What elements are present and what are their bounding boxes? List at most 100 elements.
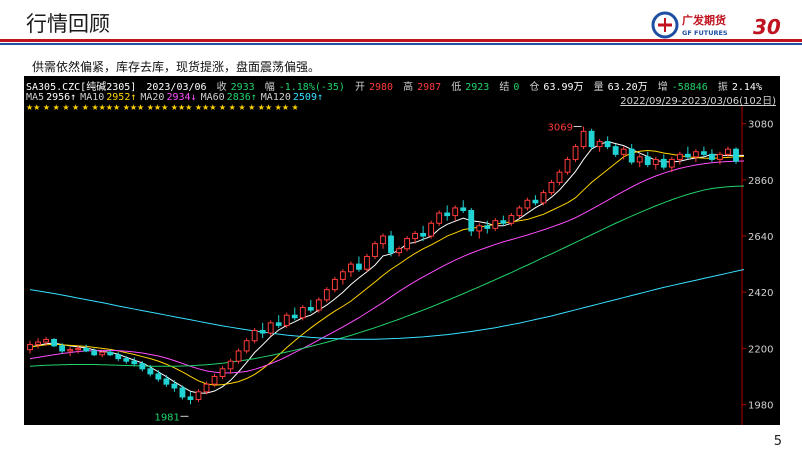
price-annotation: 1981: [154, 412, 179, 423]
candle-body: [564, 158, 571, 173]
logo-mark-icon: [651, 11, 679, 39]
candle-body: [147, 368, 154, 375]
candle-body: [275, 322, 282, 326]
candle-body: [123, 358, 130, 362]
title-divider-blue: [0, 43, 802, 45]
candle-body: [380, 235, 386, 245]
candle-body: [652, 158, 659, 166]
candle-body: [508, 215, 515, 224]
candle-body: [315, 299, 322, 311]
candle-body: [660, 158, 667, 168]
kline-chart-panel[interactable]: SA305.CZC[纯碱2305] 2023/03/06 收 2933 幅 -1.1…: [24, 76, 780, 425]
candle-body: [684, 153, 691, 158]
candle-body: [540, 192, 547, 204]
candle-body: [420, 232, 427, 237]
candle-body: [243, 340, 250, 352]
candle-body: [556, 171, 563, 183]
candle-body: [428, 222, 435, 237]
candle-body: [291, 314, 298, 319]
logo-subtext: GF FUTURES: [682, 29, 728, 37]
candle-body: [179, 387, 186, 398]
y-tick-label: 1980: [748, 401, 773, 412]
candle-body: [91, 350, 98, 356]
candle-body: [43, 338, 49, 343]
candle-body: [115, 354, 122, 360]
candle-body: [211, 375, 218, 385]
candle-body: [388, 235, 394, 254]
candle-body: [51, 338, 57, 347]
y-tick-label: 2420: [748, 288, 773, 299]
candle-body: [492, 220, 499, 229]
candle-body: [107, 351, 114, 356]
candle-body: [628, 148, 635, 163]
candle-body: [219, 368, 226, 377]
ma-line-ma20: [29, 160, 745, 374]
candle-body: [596, 141, 603, 148]
candle-body: [580, 130, 587, 148]
signal-star-row: ★★ ★ ★ ★ ★ ★ ★★★★ ★★★ ★★★ ★★★ ★★★ ★ ★ ★ …: [26, 103, 299, 112]
candle-body: [572, 146, 579, 160]
logo-text: 广发期货: [682, 13, 726, 27]
candle-body: [676, 153, 683, 160]
y-tick-label: 2200: [748, 344, 773, 355]
candle-body: [187, 396, 194, 400]
ma-line-ma10: [29, 149, 745, 386]
candle-body: [348, 263, 354, 273]
gf-futures-logo: 广发期货 GF FUTURES 30: [651, 11, 781, 39]
candle-body: [396, 248, 402, 254]
candle-body: [532, 199, 539, 204]
candle-body: [484, 225, 491, 229]
candle-body: [468, 209, 475, 232]
candle-body: [444, 212, 451, 217]
candle-body: [692, 151, 699, 158]
candle-body: [356, 263, 362, 270]
candle-body: [35, 341, 41, 346]
candle-body: [644, 156, 651, 166]
candlestick-plot[interactable]: ★★ ★ ★ ★ ★ ★ ★★★★ ★★★ ★★★ ★★★ ★★★ ★ ★ ★ …: [24, 76, 780, 425]
candle-body: [203, 383, 210, 393]
market-summary: 供需依然偏紧，库存去库，现货提涨，盘面震荡偏强。: [32, 60, 321, 74]
candle-body: [27, 344, 33, 351]
candle-body: [59, 345, 66, 352]
candle-body: [67, 349, 74, 352]
candle-body: [251, 330, 258, 342]
candle-body: [709, 153, 715, 160]
ma-line-ma120: [29, 268, 745, 340]
candle-body: [604, 141, 611, 148]
candle-body: [299, 307, 306, 319]
candle-body: [588, 130, 595, 148]
candle-body: [476, 225, 483, 232]
candle-body: [323, 289, 330, 301]
candle-body: [163, 378, 170, 385]
candle-body: [339, 271, 346, 280]
candle-body: [668, 158, 675, 168]
candle-body: [139, 363, 146, 370]
candle-body: [267, 322, 274, 334]
candle-body: [412, 232, 418, 240]
candle-body: [733, 148, 739, 162]
candle-body: [436, 212, 443, 224]
candle-body: [331, 278, 338, 291]
candle-body: [452, 207, 459, 217]
candle-body: [99, 351, 106, 356]
candle-body: [700, 151, 707, 155]
candle-body: [725, 148, 731, 155]
candle-body: [548, 181, 555, 194]
candle-body: [131, 360, 138, 365]
candle-body: [500, 220, 507, 224]
anniversary-badge: 30: [753, 15, 781, 39]
candle-body: [235, 350, 242, 362]
candle-body: [460, 207, 467, 211]
price-annotation: 3069: [548, 122, 573, 133]
candle-body: [195, 391, 202, 400]
candle-body: [516, 207, 523, 217]
candle-body: [83, 347, 90, 352]
candle-body: [259, 330, 266, 334]
candle-body: [636, 156, 643, 163]
candle-body: [612, 146, 619, 155]
candle-body: [524, 199, 531, 209]
candle-body: [404, 238, 410, 250]
candle-body: [307, 307, 314, 311]
candle-body: [75, 347, 82, 351]
candle-body: [717, 153, 723, 160]
